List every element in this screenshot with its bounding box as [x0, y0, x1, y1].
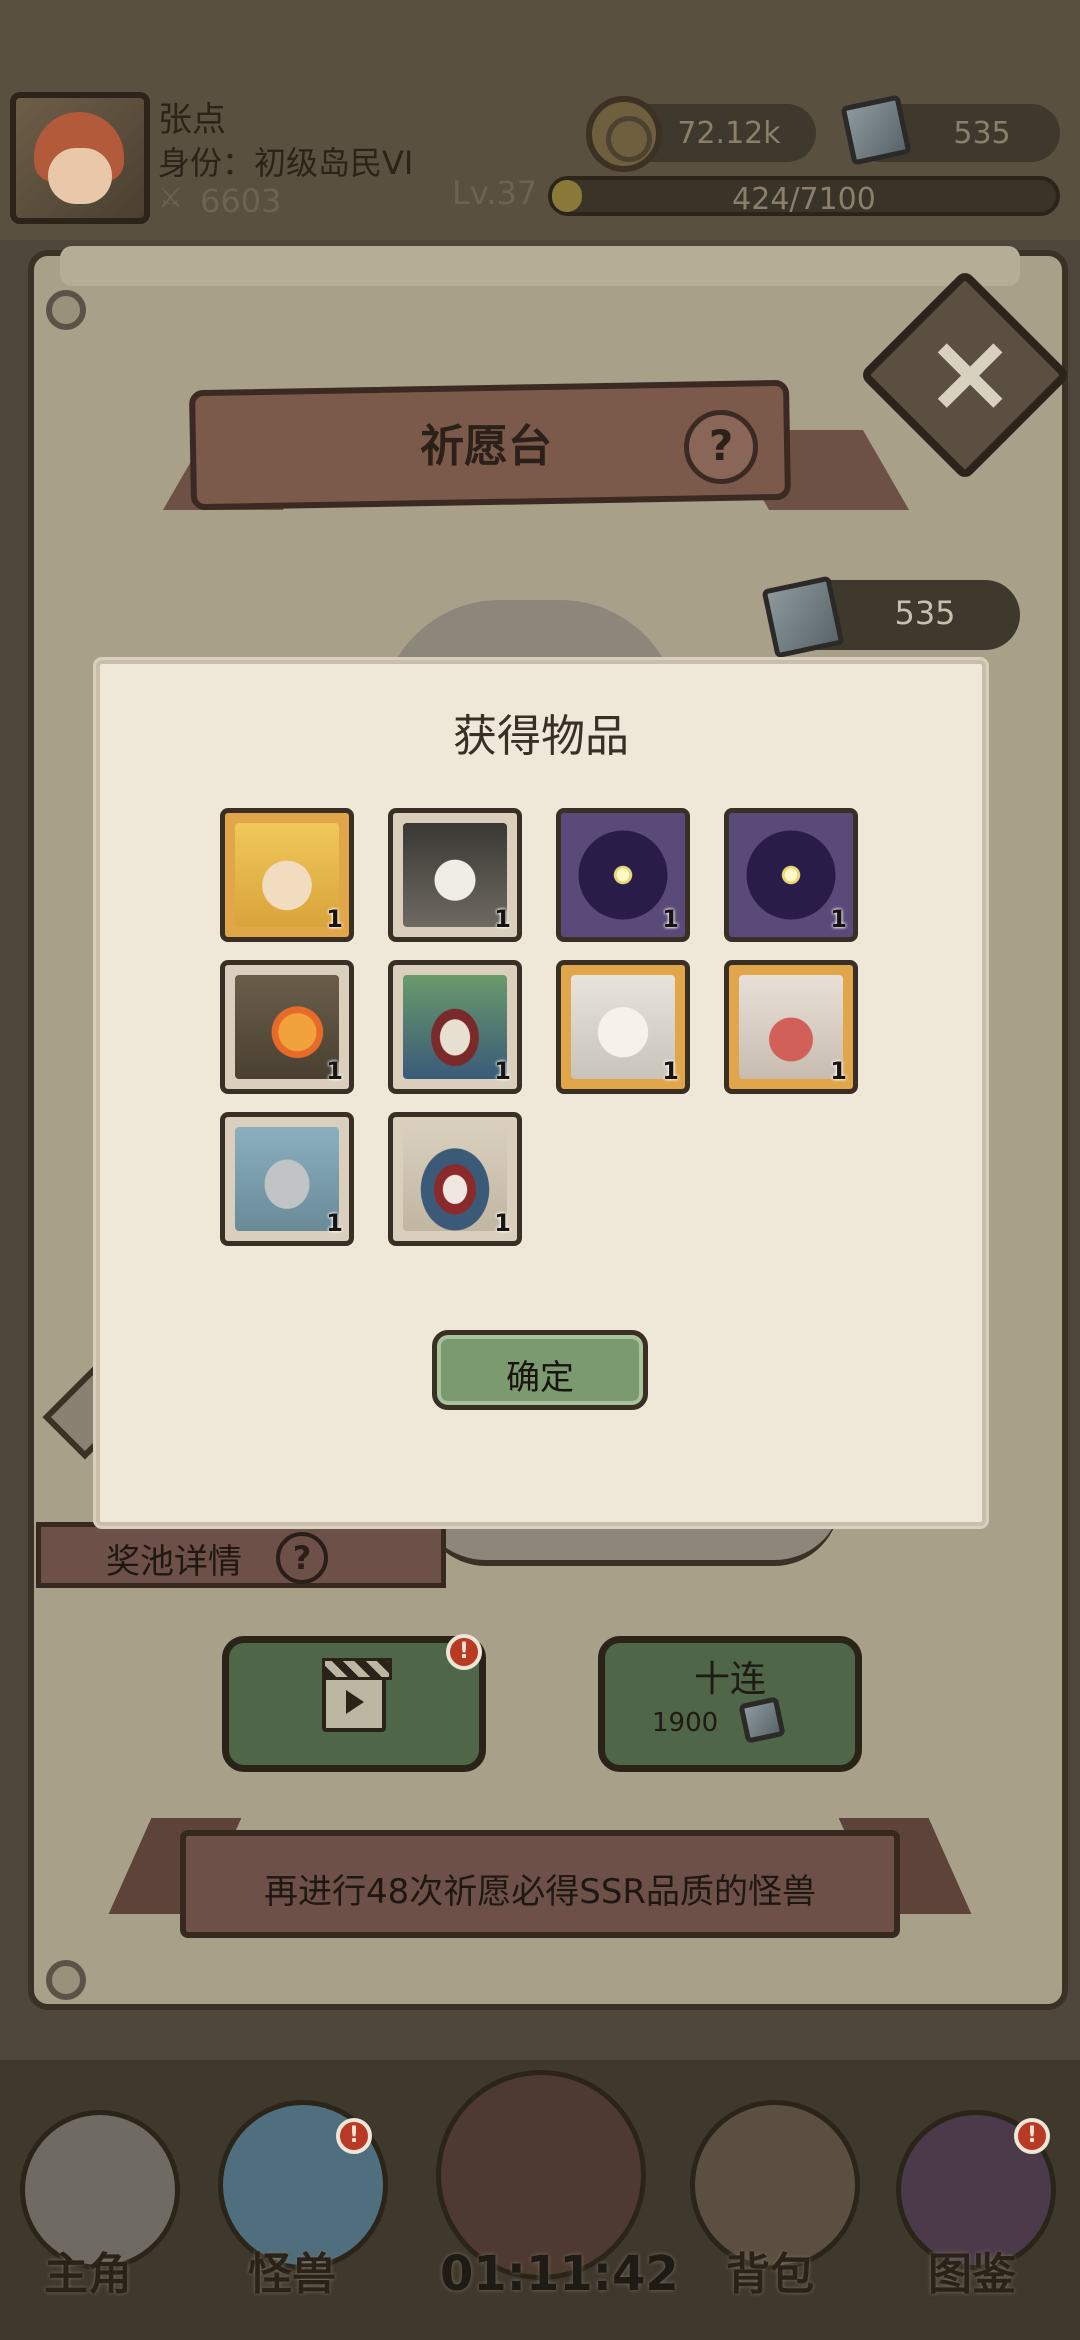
nav-bag-label[interactable]: 背包 — [726, 2238, 814, 2302]
gem-icon — [761, 575, 845, 659]
player-name: 张点 — [158, 100, 226, 140]
reward-item-dark-orb[interactable]: 1 — [556, 808, 690, 942]
player-identity: 身份：初级岛民VI — [158, 144, 414, 182]
black-hair-ghost-icon — [403, 823, 507, 927]
gem-icon — [840, 94, 912, 166]
coin-amount: 72.12k — [677, 116, 781, 151]
mimic-icon — [403, 975, 507, 1079]
item-count: 1 — [326, 1057, 343, 1085]
alert-badge: ! — [336, 2118, 372, 2154]
xp-bar: 424/7100 — [548, 176, 1060, 217]
item-count: 1 — [326, 905, 343, 933]
ten-pull-label: 十连 — [693, 1659, 766, 1700]
close-icon[interactable]: × — [924, 312, 1016, 432]
reward-item-stone-golem[interactable]: 1 — [220, 1112, 354, 1246]
sword-icon: ⚔ — [158, 181, 184, 214]
dark-orb-icon — [739, 823, 843, 927]
worm-mouth-icon — [403, 1127, 507, 1231]
reward-item-worm-mouth[interactable]: 1 — [388, 1112, 522, 1246]
item-count: 1 — [830, 1057, 847, 1085]
nav-monster-label[interactable]: 怪兽 — [248, 2238, 336, 2302]
alert-badge: ! — [1014, 2118, 1050, 2154]
gem-amount: 535 — [953, 116, 1011, 151]
item-count: 1 — [494, 1209, 511, 1237]
item-count: 1 — [494, 905, 511, 933]
reward-item-mimic[interactable]: 1 — [388, 960, 522, 1094]
stone-golem-icon — [235, 1127, 339, 1231]
pool-details-label[interactable]: 奖池详情 — [106, 1534, 242, 1583]
alert-badge: ! — [446, 1634, 482, 1670]
dialog-title: 获得物品 — [453, 711, 629, 762]
coin-icon — [586, 96, 662, 172]
nun-girl-icon — [571, 975, 675, 1079]
page-title: 祈愿台 — [420, 421, 552, 472]
dark-orb-icon — [571, 823, 675, 927]
ten-pull-cost: 1900 — [652, 1708, 719, 1738]
pity-text: 再进行48次祈愿必得SSR品质的怪兽 — [263, 1872, 817, 1912]
panel-top-edge — [60, 246, 1020, 286]
nav-book-label[interactable]: 图鉴 — [928, 2238, 1016, 2302]
reward-item-nun-girl[interactable]: 1 — [556, 960, 690, 1094]
reward-item-blonde-girl[interactable]: 1 — [220, 808, 354, 942]
item-count: 1 — [662, 1057, 679, 1085]
blonde-girl-icon — [235, 823, 339, 927]
gem-icon — [738, 1696, 786, 1744]
countdown-timer: 01:11:42 — [440, 2246, 679, 2302]
help-icon[interactable]: ? — [276, 1532, 328, 1584]
binder-ring-icon — [46, 1960, 86, 2000]
item-count: 1 — [494, 1057, 511, 1085]
item-count: 1 — [326, 1209, 343, 1237]
player-avatar[interactable] — [10, 92, 150, 224]
item-count: 1 — [662, 905, 679, 933]
red-girl-icon — [739, 975, 843, 1079]
xp-text: 424/7100 — [732, 182, 876, 217]
fire-spirit-icon — [235, 975, 339, 1079]
clapperboard-icon — [322, 1658, 392, 1732]
confirm-label[interactable]: 确定 — [432, 1350, 648, 1399]
player-level: Lv.37 — [452, 174, 538, 212]
player-power: 6603 — [200, 182, 282, 220]
reward-item-fire-spirit[interactable]: 1 — [220, 960, 354, 1094]
binder-ring-icon — [46, 290, 86, 330]
reward-item-black-hair-ghost[interactable]: 1 — [388, 808, 522, 942]
nav-hero-label[interactable]: 主角 — [44, 2238, 132, 2302]
reward-item-dark-orb[interactable]: 1 — [724, 808, 858, 942]
item-count: 1 — [830, 905, 847, 933]
reward-item-red-girl[interactable]: 1 — [724, 960, 858, 1094]
help-icon[interactable]: ? — [684, 410, 758, 484]
gem-balance: 535 — [894, 594, 956, 632]
